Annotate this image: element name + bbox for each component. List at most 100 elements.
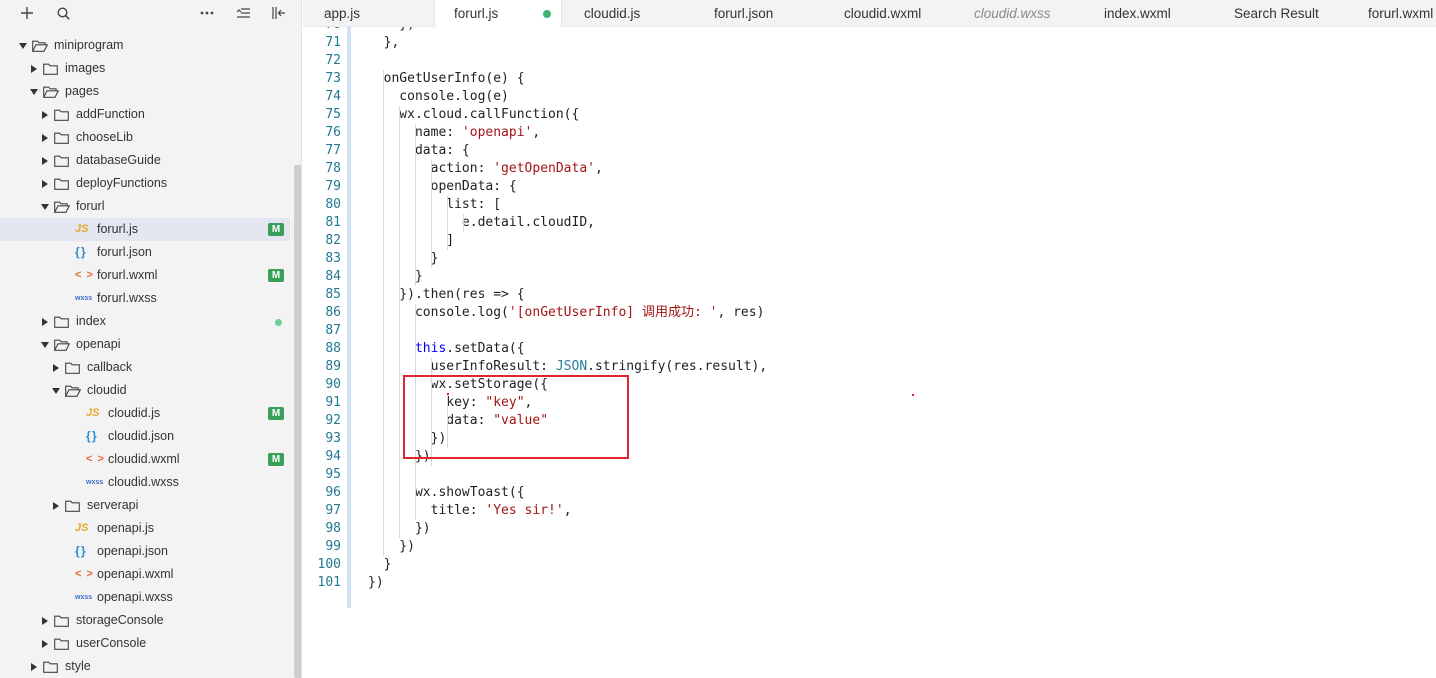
code-line[interactable]: 73 onGetUserInfo(e) { [303, 70, 1403, 88]
indent-guide [399, 106, 400, 538]
code-editor[interactable]: 70 })71 },7273 onGetUserInfo(e) {74 cons… [303, 27, 1436, 678]
chevron-down-icon[interactable] [29, 80, 39, 103]
chevron-right-icon[interactable] [40, 310, 50, 333]
tree-file[interactable]: < > openapi.wxml [0, 563, 290, 586]
chevron-right-icon[interactable] [51, 356, 61, 379]
code-line[interactable]: 72 [303, 52, 1403, 70]
code-line[interactable]: 89 userInfoResult: JSON.stringify(res.re… [303, 358, 1403, 376]
tree-file[interactable]: { } openapi.json [0, 540, 290, 563]
line-number: 78 [325, 161, 341, 176]
tab-forurl-js[interactable]: forurl.js [434, 0, 562, 28]
code-line[interactable]: 82 ] [303, 232, 1403, 250]
code-line[interactable]: 77 data: { [303, 142, 1403, 160]
tab-search-result[interactable]: Search Result [1234, 0, 1319, 27]
code-line[interactable]: 96 wx.showToast({ [303, 484, 1403, 502]
line-number: 71 [325, 35, 341, 50]
chevron-right-icon[interactable] [29, 57, 39, 80]
chevron-right-icon[interactable] [40, 126, 50, 149]
tree-file[interactable]: wxss openapi.wxss [0, 586, 290, 609]
tree-folder[interactable]: userConsole [0, 632, 290, 655]
code-line[interactable]: 78 action: 'getOpenData', [303, 160, 1403, 178]
tree-folder[interactable]: miniprogram [0, 34, 290, 57]
chevron-right-icon[interactable] [40, 172, 50, 195]
code-line[interactable]: 81 e.detail.cloudID, [303, 214, 1403, 232]
folder-icon [43, 655, 61, 678]
code-line[interactable]: 80 list: [ [303, 196, 1403, 214]
tree-folder[interactable]: pages [0, 80, 290, 103]
code-token: e.detail.cloudID, [368, 215, 595, 230]
tree-file[interactable]: JS forurl.js M [0, 218, 290, 241]
ellipsis-icon[interactable] [196, 3, 218, 23]
tab-cloudid-wxml[interactable]: cloudid.wxml [844, 0, 921, 27]
tree-file[interactable]: { } forurl.json [0, 241, 290, 264]
search-icon[interactable] [52, 3, 74, 23]
code-line[interactable]: 97 title: 'Yes sir!', [303, 502, 1403, 520]
tab-cloudid-wxss[interactable]: cloudid.wxss [974, 0, 1051, 27]
code-line[interactable]: 86 console.log('[onGetUserInfo] 调用成功: ',… [303, 304, 1403, 322]
code-line[interactable]: 101}) [303, 574, 1403, 592]
tree-folder[interactable]: addFunction [0, 103, 290, 126]
tree-folder[interactable]: openapi [0, 333, 290, 356]
code-line[interactable]: 79 openData: { [303, 178, 1403, 196]
tree-folder[interactable]: serverapi [0, 494, 290, 517]
line-number: 86 [325, 305, 341, 320]
tree-file[interactable]: wxss forurl.wxss [0, 287, 290, 310]
tree-item-label: addFunction [76, 107, 145, 121]
tab-forurl-wxml[interactable]: forurl.wxml [1368, 0, 1433, 27]
tree-folder[interactable]: images [0, 57, 290, 80]
tree-file[interactable]: JS openapi.js [0, 517, 290, 540]
code-line[interactable]: 83 } [303, 250, 1403, 268]
tree-folder[interactable]: databaseGuide [0, 149, 290, 172]
code-line[interactable]: 85 }).then(res => { [303, 286, 1403, 304]
code-line[interactable]: 76 name: 'openapi', [303, 124, 1403, 142]
tree-folder[interactable]: chooseLib [0, 126, 290, 149]
code-line[interactable]: 95 [303, 466, 1403, 484]
tree-file[interactable]: wxss cloudid.wxss [0, 471, 290, 494]
tree-file[interactable]: JS cloudid.js M [0, 402, 290, 425]
chevron-right-icon[interactable] [40, 103, 50, 126]
tree-file[interactable]: < > cloudid.wxml M [0, 448, 290, 471]
tree-folder[interactable]: deployFunctions [0, 172, 290, 195]
tree-folder[interactable]: cloudid [0, 379, 290, 402]
sidebar-scrollbar[interactable] [294, 165, 301, 678]
code-line[interactable]: 74 console.log(e) [303, 88, 1403, 106]
code-text: }).then(res => { [368, 286, 524, 304]
tab-cloudid-js[interactable]: cloudid.js [584, 0, 640, 27]
tree-folder[interactable]: forurl [0, 195, 290, 218]
chevron-right-icon[interactable] [40, 632, 50, 655]
tab-index-wxml[interactable]: index.wxml [1104, 0, 1171, 27]
plus-icon[interactable] [16, 3, 38, 23]
code-line[interactable]: 87 [303, 322, 1403, 340]
collapse-all-icon[interactable] [232, 3, 254, 23]
chevron-down-icon[interactable] [40, 195, 50, 218]
tree-folder[interactable]: storageConsole [0, 609, 290, 632]
tree-folder[interactable]: callback [0, 356, 290, 379]
code-line[interactable]: 71 }, [303, 34, 1403, 52]
split-panel-icon[interactable] [268, 3, 290, 23]
code-line[interactable]: 75 wx.cloud.callFunction({ [303, 106, 1403, 124]
folder-icon [54, 310, 72, 333]
tree-folder[interactable]: style [0, 655, 290, 678]
editor-tab-bar: app.js forurl.js cloudid.js forurl.json clou… [303, 0, 1436, 28]
code-line[interactable]: 84 } [303, 268, 1403, 286]
line-number: 76 [325, 125, 341, 140]
tree-file[interactable]: < > forurl.wxml M [0, 264, 290, 287]
chevron-right-icon[interactable] [29, 655, 39, 678]
tab-forurl-json[interactable]: forurl.json [714, 0, 773, 27]
chevron-down-icon[interactable] [40, 333, 50, 356]
chevron-down-icon[interactable] [51, 379, 61, 402]
chevron-right-icon[interactable] [40, 149, 50, 172]
code-line[interactable]: 88 this.setData({ [303, 340, 1403, 358]
code-line[interactable]: 98 }) [303, 520, 1403, 538]
unsaved-dot[interactable] [543, 10, 551, 18]
tab-app-js[interactable]: app.js [324, 0, 360, 27]
tree-file[interactable]: { } cloudid.json [0, 425, 290, 448]
code-line[interactable]: 100 } [303, 556, 1403, 574]
tree-item-label: forurl.wxml [97, 268, 158, 282]
tree-folder[interactable]: index [0, 310, 290, 333]
code-line[interactable]: 99 }) [303, 538, 1403, 556]
chevron-right-icon[interactable] [40, 609, 50, 632]
chevron-down-icon[interactable] [18, 34, 28, 57]
chevron-right-icon[interactable] [51, 494, 61, 517]
code-line[interactable]: 70 }) [303, 27, 1403, 34]
